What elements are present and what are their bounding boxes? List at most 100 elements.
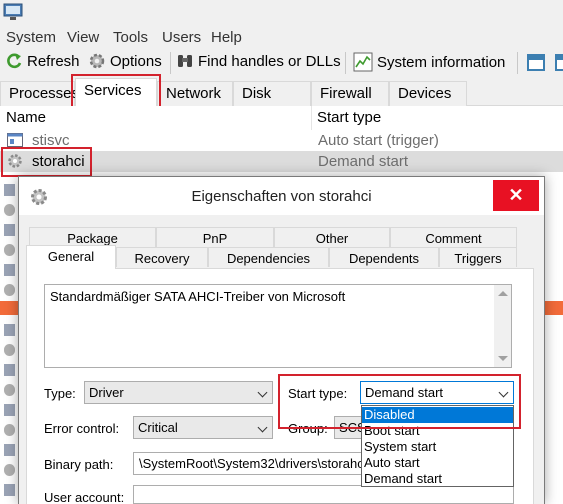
window-icon-2[interactable]	[555, 54, 563, 71]
close-button[interactable]: ✕	[493, 180, 539, 211]
gear-icon	[4, 344, 15, 356]
vertical-scrollbar[interactable]	[494, 285, 511, 367]
refresh-icon	[7, 53, 22, 69]
service-icon	[4, 404, 15, 416]
main-tabs: Processes Services Network Disk Firewall…	[0, 78, 563, 107]
binary-path-field[interactable]: \SystemRoot\System32\drivers\storahci.sy…	[133, 452, 363, 475]
column-start-type-header[interactable]: Start type	[317, 109, 381, 126]
service-icon	[4, 484, 15, 496]
chevron-down-icon	[257, 387, 268, 398]
service-name: storahci	[32, 153, 85, 170]
find-handles-button[interactable]: Find handles or DLLs	[176, 52, 341, 70]
tab-dependents[interactable]: Dependents	[329, 247, 439, 267]
tab-disk[interactable]: Disk	[233, 81, 311, 106]
binary-path-value: \SystemRoot\System32\drivers\storahci.sy…	[139, 456, 362, 471]
gear-icon	[4, 204, 15, 216]
group-label: Group:	[288, 421, 328, 436]
service-icon	[4, 324, 15, 336]
tab-firewall[interactable]: Firewall	[311, 81, 389, 106]
service-icon	[4, 264, 15, 276]
menu-system[interactable]: System	[6, 29, 56, 46]
close-icon: ✕	[508, 185, 524, 205]
menu-view[interactable]: View	[67, 29, 99, 46]
column-divider[interactable]	[311, 106, 312, 130]
chart-icon	[353, 52, 373, 72]
type-select[interactable]: Driver	[84, 381, 273, 404]
column-name-header[interactable]: Name	[6, 109, 46, 126]
menu-tools[interactable]: Tools	[113, 29, 148, 46]
menu-bar: System View Tools Users Help	[0, 26, 563, 49]
menu-users[interactable]: Users	[162, 29, 201, 46]
options-label: Options	[110, 52, 162, 70]
service-icon	[4, 184, 15, 196]
gear-icon	[4, 424, 15, 436]
chevron-down-icon	[257, 422, 268, 433]
start-type-select[interactable]: Demand start	[360, 381, 514, 404]
tab-network[interactable]: Network	[157, 81, 233, 106]
gear-icon	[4, 244, 15, 256]
service-row-selected[interactable]: storahci Demand start	[0, 151, 563, 172]
gear-icon	[8, 154, 22, 168]
service-name: stisvc	[32, 132, 70, 149]
tab-general[interactable]: General	[26, 245, 116, 269]
options-button[interactable]: Options	[88, 52, 162, 70]
system-information-label: System information	[377, 53, 506, 71]
gear-icon	[4, 284, 15, 296]
toolbar-separator	[170, 52, 171, 74]
menu-help[interactable]: Help	[211, 29, 242, 46]
type-value: Driver	[89, 385, 124, 400]
dropdown-option-auto-start[interactable]: Auto start	[362, 455, 513, 471]
service-icon	[4, 444, 15, 456]
toolbar-separator	[517, 52, 518, 74]
system-information-button[interactable]: System information	[353, 52, 505, 72]
find-handles-label: Find handles or DLLs	[198, 52, 341, 70]
refresh-button[interactable]: Refresh	[5, 52, 80, 70]
error-control-select[interactable]: Critical	[133, 416, 273, 439]
start-type-dropdown: Disabled Boot start System start Auto st…	[361, 405, 514, 487]
start-type-value: Demand start	[365, 385, 444, 400]
title-bar	[0, 0, 563, 26]
service-icon	[4, 364, 15, 376]
user-account-field[interactable]	[133, 485, 514, 504]
scroll-down-arrow-icon[interactable]	[498, 356, 508, 361]
tab-comment[interactable]: Comment	[390, 227, 517, 247]
tab-services[interactable]: Services	[75, 78, 157, 107]
dialog-title-bar: Eigenschaften von storahci ✕	[19, 177, 544, 215]
gear-icon	[4, 384, 15, 396]
user-account-label: User account:	[44, 490, 125, 504]
tab-processes[interactable]: Processes	[0, 81, 79, 106]
list-row-icons	[0, 180, 18, 504]
scroll-up-arrow-icon[interactable]	[498, 291, 508, 296]
description-text: Standardmäßiger SATA AHCI-Treiber von Mi…	[50, 289, 346, 304]
service-start-type: Demand start	[318, 153, 409, 170]
dropdown-option-system-start[interactable]: System start	[362, 439, 513, 455]
service-row[interactable]: stisvc Auto start (trigger)	[0, 130, 563, 151]
tab-devices[interactable]: Devices	[389, 81, 467, 106]
gear-icon	[89, 53, 105, 69]
binary-path-label: Binary path:	[44, 457, 114, 472]
tab-other[interactable]: Other	[274, 227, 390, 247]
error-control-label: Error control:	[44, 421, 120, 436]
toolbar-separator	[345, 52, 346, 74]
refresh-label: Refresh	[27, 52, 80, 70]
dropdown-option-demand-start[interactable]: Demand start	[362, 471, 513, 487]
gear-icon	[4, 464, 15, 476]
tab-triggers[interactable]: Triggers	[439, 247, 517, 267]
tab-recovery[interactable]: Recovery	[116, 247, 208, 267]
type-label: Type:	[44, 386, 76, 401]
service-start-type: Auto start (trigger)	[318, 132, 439, 149]
tab-dependencies[interactable]: Dependencies	[208, 247, 329, 267]
window-icon[interactable]	[527, 54, 545, 71]
chevron-down-icon	[498, 387, 509, 398]
description-box[interactable]: Standardmäßiger SATA AHCI-Treiber von Mi…	[44, 284, 512, 368]
tab-pnp[interactable]: PnP	[156, 227, 274, 247]
dropdown-option-disabled[interactable]: Disabled	[362, 407, 513, 423]
service-icon	[4, 224, 15, 236]
service-window-icon	[7, 133, 23, 147]
tab-package[interactable]: Package	[29, 227, 156, 247]
error-control-value: Critical	[138, 420, 178, 435]
list-header: Name Start type	[0, 106, 563, 130]
dropdown-option-boot-start[interactable]: Boot start	[362, 423, 513, 439]
start-type-label: Start type:	[288, 386, 348, 401]
binoculars-icon	[178, 55, 192, 67]
